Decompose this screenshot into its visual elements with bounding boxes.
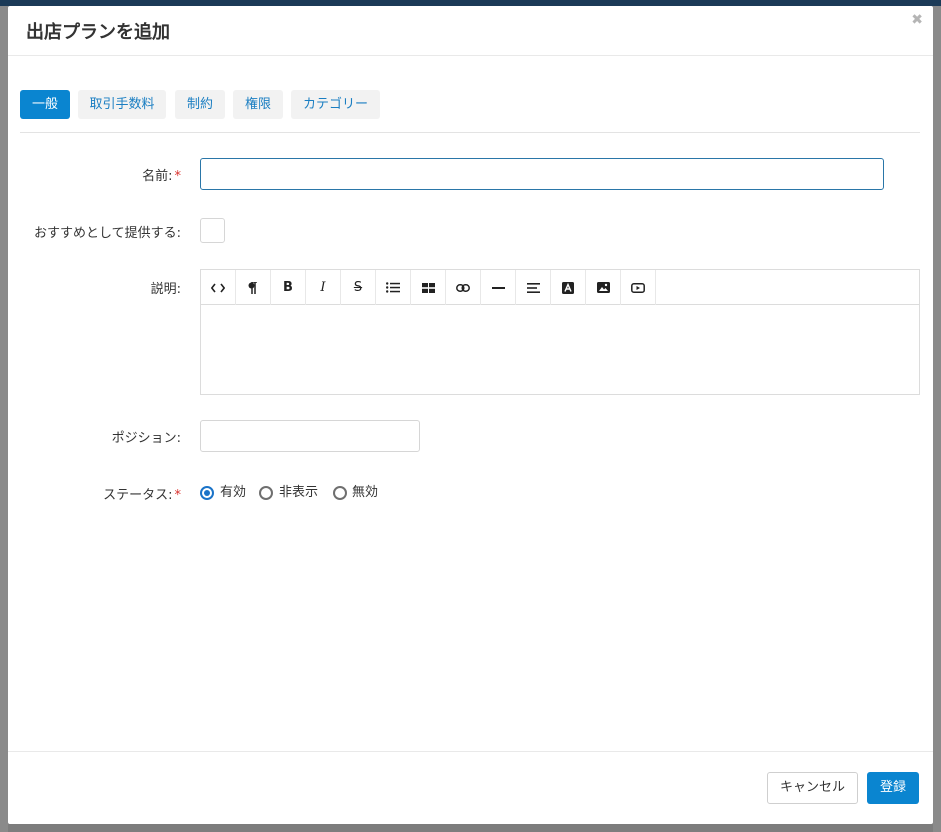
tabs-divider	[20, 132, 920, 133]
link-icon[interactable]	[446, 270, 481, 305]
name-label: 名前: *	[142, 169, 182, 184]
tab-permissions[interactable]: 権限	[233, 90, 283, 119]
name-input[interactable]	[200, 158, 884, 190]
status-radio-active[interactable]	[200, 486, 214, 500]
add-plan-modal: 出店プランを追加 ✖ 一般 取引手数料 制約 権限 カテゴリー 名前: * おすす…	[8, 6, 933, 824]
tab-transaction-fee[interactable]: 取引手数料	[78, 90, 166, 119]
status-option-inactive-label: 無効	[352, 485, 379, 500]
text-color-icon[interactable]	[551, 270, 586, 305]
italic-icon[interactable]: I	[306, 270, 341, 305]
required-mark: *	[174, 169, 182, 184]
image-icon[interactable]	[586, 270, 621, 305]
footer-divider	[8, 751, 933, 752]
backdrop-left	[0, 6, 8, 832]
code-view-icon[interactable]	[201, 270, 236, 305]
status-radio-hidden[interactable]	[259, 486, 273, 500]
paragraph-icon[interactable]	[236, 270, 271, 305]
description-editor: B I S	[200, 269, 920, 395]
modal-header: 出店プランを追加 ✖	[8, 6, 933, 56]
featured-checkbox[interactable]	[200, 218, 225, 243]
table-icon[interactable]	[411, 270, 446, 305]
description-textarea[interactable]	[201, 306, 919, 394]
status-label: ステータス: *	[103, 488, 182, 503]
list-icon[interactable]	[376, 270, 411, 305]
align-icon[interactable]	[516, 270, 551, 305]
position-label: ポジション:	[111, 431, 181, 446]
tab-restrictions[interactable]: 制約	[175, 90, 225, 119]
cancel-button[interactable]: キャンセル	[767, 772, 858, 804]
video-icon[interactable]	[621, 270, 656, 305]
backdrop-right	[933, 6, 941, 832]
bold-icon[interactable]: B	[271, 270, 306, 305]
featured-label: おすすめとして提供する:	[34, 226, 181, 241]
status-radio-inactive[interactable]	[333, 486, 347, 500]
close-icon[interactable]: ✖	[911, 12, 923, 28]
tab-category[interactable]: カテゴリー	[291, 90, 380, 119]
modal-title: 出店プランを追加	[26, 22, 170, 43]
status-option-active-label: 有効	[220, 485, 247, 500]
horizontal-rule-icon[interactable]	[481, 270, 516, 305]
tab-general[interactable]: 一般	[20, 90, 70, 119]
submit-button[interactable]: 登録	[867, 772, 919, 804]
editor-toolbar: B I S	[201, 270, 919, 305]
description-label: 説明:	[150, 282, 181, 297]
status-option-hidden-label: 非表示	[279, 485, 319, 500]
position-input[interactable]	[200, 420, 420, 452]
strikethrough-icon[interactable]: S	[341, 270, 376, 305]
required-mark: *	[174, 488, 182, 503]
